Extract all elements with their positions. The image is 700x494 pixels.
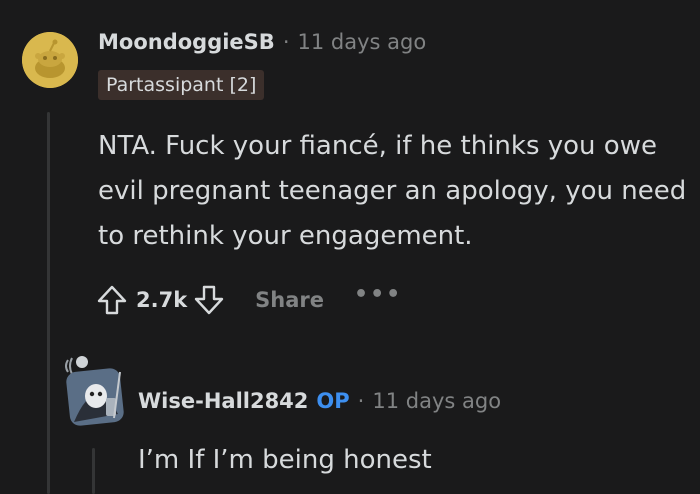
- comment-body-op: I’m If I’m being honest: [138, 445, 432, 475]
- snoo-avatar-icon: [22, 32, 78, 88]
- meta-separator: ·: [282, 30, 290, 54]
- snoo-reaper-avatar-icon: [65, 356, 124, 426]
- upvote-arrow-icon: [97, 285, 127, 315]
- comment-header: MoondoggieSB · 11 days ago: [98, 30, 426, 54]
- username[interactable]: MoondoggieSB: [98, 30, 275, 54]
- comment-body: NTA. Fuck your fiancé, if he thinks you …: [98, 131, 687, 251]
- comment-header-op: Wise-Hall2842 OP · 11 days ago: [138, 389, 501, 413]
- meta-separator: ·: [357, 389, 365, 413]
- avatar-op[interactable]: [60, 352, 126, 428]
- avatar[interactable]: [22, 32, 78, 88]
- comment-actions: 2.7k Share •••: [92, 278, 402, 322]
- thread-line-comment2[interactable]: [92, 448, 95, 494]
- more-options-button[interactable]: •••: [354, 282, 402, 307]
- share-button[interactable]: Share: [255, 288, 324, 312]
- username-op[interactable]: Wise-Hall2842: [138, 389, 308, 413]
- thread-line-comment1[interactable]: [47, 112, 50, 494]
- downvote-arrow-icon: [194, 285, 224, 315]
- upvote-button[interactable]: [92, 280, 132, 320]
- timestamp[interactable]: 11 days ago: [298, 30, 427, 54]
- op-badge: OP: [316, 389, 350, 413]
- user-flair: Partassipant [2]: [98, 70, 265, 100]
- downvote-button[interactable]: [189, 280, 229, 320]
- timestamp-op[interactable]: 11 days ago: [372, 389, 501, 413]
- vote-score: 2.7k: [136, 288, 188, 312]
